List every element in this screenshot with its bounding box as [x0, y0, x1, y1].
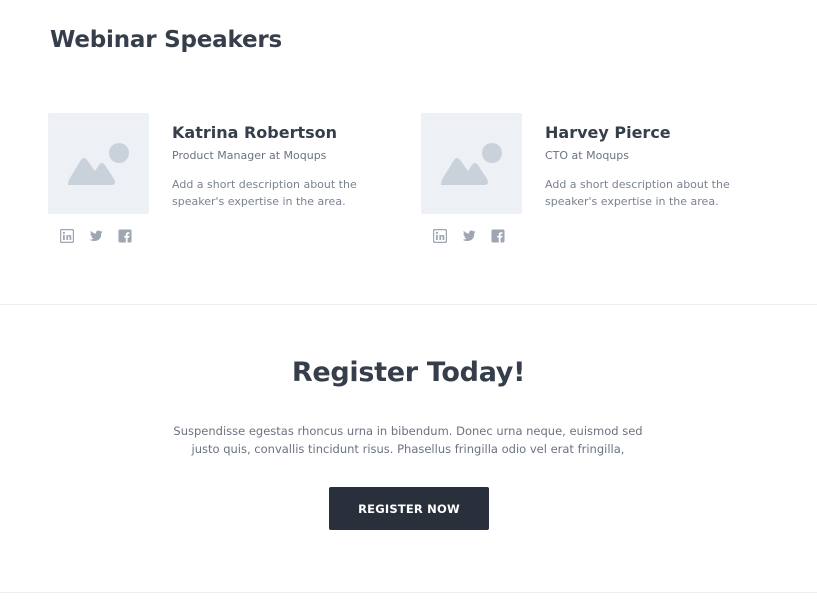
speaker-description: Add a short description about the speake… — [172, 178, 357, 208]
twitter-icon[interactable] — [462, 229, 476, 243]
facebook-icon[interactable] — [118, 229, 132, 243]
section-divider — [0, 304, 817, 305]
speakers-section-title: Webinar Speakers — [50, 27, 282, 53]
speaker-social-links — [60, 229, 132, 243]
speaker-name: Katrina Robertson — [172, 123, 338, 142]
image-placeholder-icon — [421, 113, 522, 214]
linkedin-icon[interactable] — [60, 229, 74, 243]
speaker-role: Product Manager at Moqups — [172, 149, 327, 162]
speaker-role: CTO at Moqups — [545, 149, 629, 162]
section-divider — [0, 592, 817, 593]
twitter-icon[interactable] — [89, 229, 103, 243]
speaker-description: Add a short description about the speake… — [545, 178, 730, 208]
image-placeholder-icon — [48, 113, 149, 214]
webinar-page: Webinar Speakers Katrina Robertson Produ… — [0, 0, 817, 611]
register-description: Suspendisse egestas rhoncus urna in bibe… — [173, 424, 643, 456]
register-now-button[interactable]: REGISTER NOW — [329, 487, 489, 530]
speaker-card: Katrina Robertson Product Manager at Moq… — [48, 113, 388, 253]
linkedin-icon[interactable] — [433, 229, 447, 243]
speaker-card: Harvey Pierce CTO at Moqups Add a short … — [421, 113, 761, 253]
speaker-name: Harvey Pierce — [545, 123, 671, 142]
register-title: Register Today! — [291, 357, 526, 388]
facebook-icon[interactable] — [491, 229, 505, 243]
speaker-social-links — [433, 229, 505, 243]
